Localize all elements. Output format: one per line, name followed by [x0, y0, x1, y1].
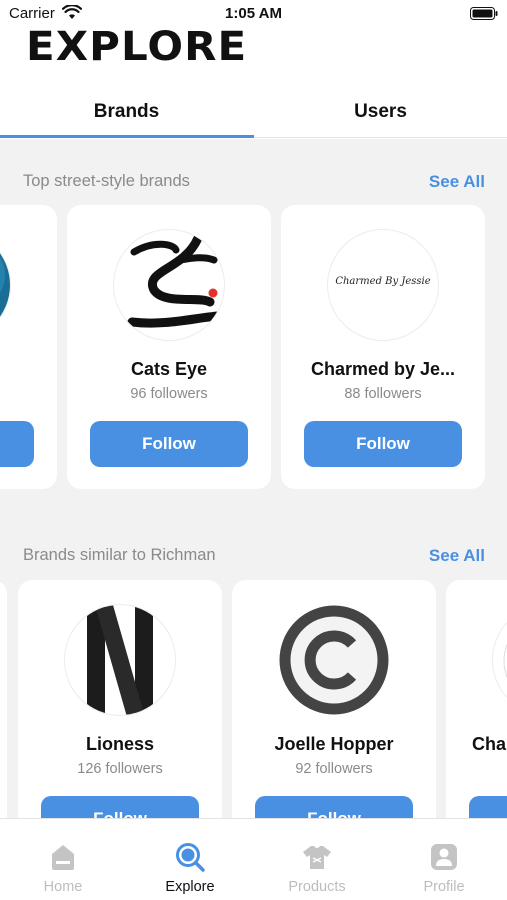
status-time: 1:05 AM: [225, 5, 282, 22]
tab-bar: Brands Users: [0, 86, 507, 138]
nav-label: Products: [288, 879, 346, 895]
brand-avatar: Charmed By Jessie: [327, 229, 439, 341]
explore-content[interactable]: Top street-style brands See All Cats Eye…: [0, 139, 507, 818]
nav-item-home[interactable]: Home: [0, 819, 126, 900]
brand-card-partial[interactable]: [0, 580, 7, 818]
brand-card-partial[interactable]: [0, 205, 57, 489]
lioness-logo: [87, 605, 153, 715]
brand-name: Lioness: [85, 734, 155, 754]
copyright-logo: [279, 605, 389, 715]
active-tab-indicator: [0, 135, 254, 138]
charmed-by-jessie-logo: Charmed By Jessie: [335, 276, 431, 287]
nav-item-products[interactable]: Products: [254, 819, 380, 900]
nav-label: Home: [43, 879, 83, 895]
cats-eye-logo: [127, 233, 223, 328]
search-icon: [176, 843, 205, 872]
follow-button[interactable]: Follow: [90, 421, 248, 467]
follower-count: 96 followers: [130, 386, 208, 402]
brand-avatar: [0, 229, 11, 341]
section-header-similar-brands: Brands similar to Richman See All: [23, 546, 485, 570]
tab-users[interactable]: Users: [254, 86, 507, 138]
section-title: Brands similar to Richman: [23, 546, 216, 564]
home-icon: [52, 845, 74, 870]
brand-name: Cats Eye: [130, 359, 208, 379]
tab-brands[interactable]: Brands: [0, 86, 253, 138]
follow-button[interactable]: [469, 796, 507, 818]
nav-label: Profile: [423, 879, 465, 895]
partial-brand-logo: [503, 643, 507, 679]
brand-card-partial[interactable]: Cha: [446, 580, 507, 818]
brand-card[interactable]: Joelle Hopper 92 followers Follow: [232, 580, 436, 818]
follower-count: 88 followers: [344, 386, 422, 402]
follower-count: 126 followers: [77, 761, 163, 777]
profile-icon: [431, 844, 457, 870]
brand-avatar: [113, 229, 225, 341]
brand-card[interactable]: Lioness 126 followers Follow: [18, 580, 222, 818]
brand-card[interactable]: Cats Eye 96 followers Follow: [67, 205, 271, 489]
brand-card[interactable]: Charmed By Jessie Charmed by Je... 88 fo…: [281, 205, 485, 489]
nav-label: Explore: [165, 879, 215, 895]
follow-button[interactable]: Follow: [41, 796, 199, 818]
brand-name: Joelle Hopper: [274, 734, 394, 754]
brand-avatar: [492, 604, 507, 716]
brand-avatar: [64, 604, 176, 716]
follow-button[interactable]: [0, 421, 34, 467]
brand-name: Cha: [472, 734, 507, 754]
section-header-top-brands: Top street-style brands See All: [23, 172, 485, 196]
bottom-nav: Home Explore Products Profile: [0, 818, 507, 900]
follow-button[interactable]: Follow: [255, 796, 413, 818]
nav-item-explore[interactable]: Explore: [127, 819, 253, 900]
shirt-icon: [303, 846, 331, 869]
see-all-link[interactable]: See All: [429, 546, 485, 566]
follower-count: 92 followers: [295, 761, 373, 777]
section-title: Top street-style brands: [23, 172, 190, 190]
follow-button[interactable]: Follow: [304, 421, 462, 467]
battery-icon: [470, 7, 498, 20]
brand-avatar: [278, 604, 390, 716]
partial-brand-logo: [0, 251, 10, 321]
nav-item-profile[interactable]: Profile: [381, 819, 507, 900]
see-all-link[interactable]: See All: [429, 172, 485, 192]
page-title: EXPLORE: [26, 24, 248, 70]
brand-name: Charmed by Je...: [310, 359, 456, 379]
